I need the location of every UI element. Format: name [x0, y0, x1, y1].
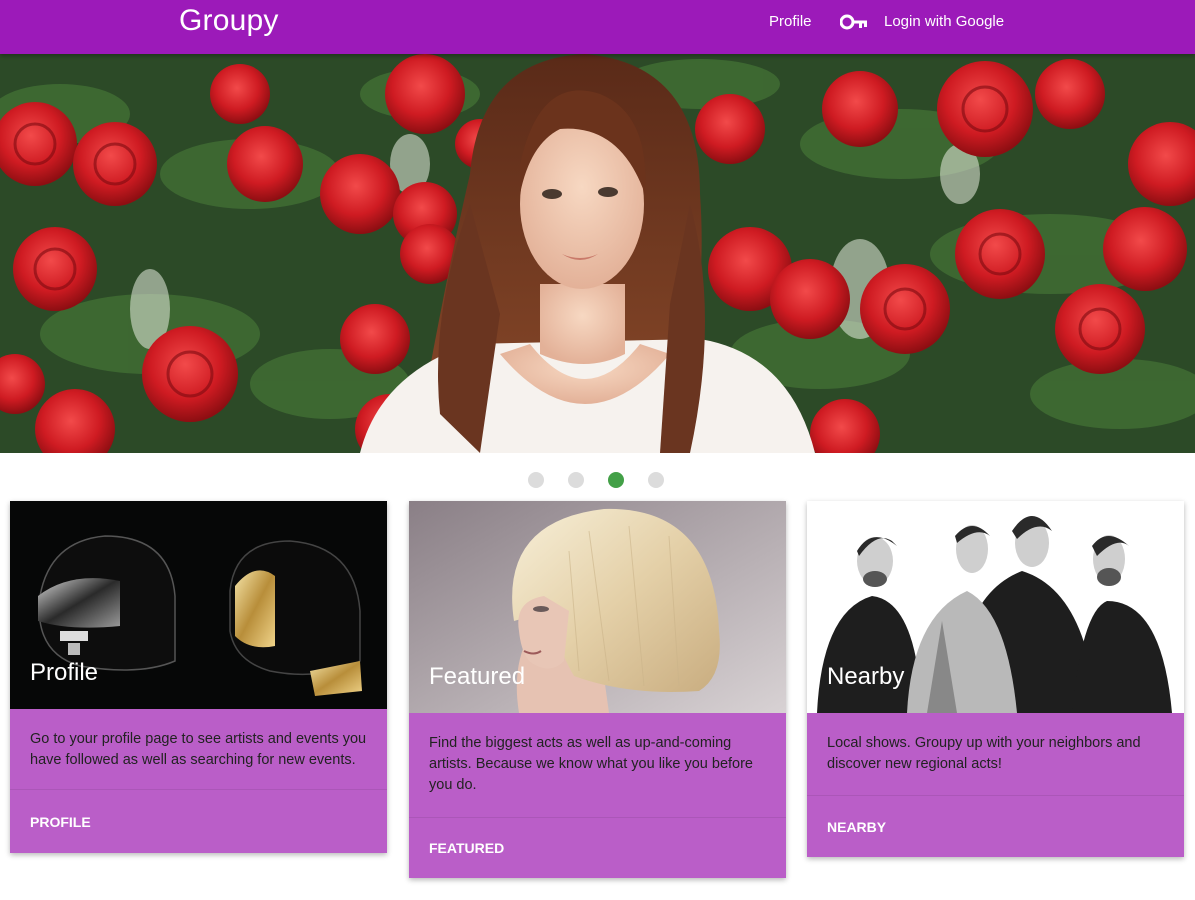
brand-logo[interactable]: Groupy: [179, 4, 279, 38]
login-google-link[interactable]: Login with Google: [840, 13, 1004, 30]
nearby-card-action[interactable]: NEARBY: [807, 795, 1184, 857]
featured-card-title: Featured: [429, 663, 526, 690]
profile-card-image: Profile: [10, 501, 387, 709]
hero-image: [0, 54, 1195, 453]
key-icon: [840, 14, 867, 29]
carousel-dot-3-active[interactable]: [608, 472, 624, 488]
profile-card-action[interactable]: PROFILE: [10, 789, 387, 853]
featured-card: Featured Find the biggest acts as well a…: [409, 501, 786, 878]
nearby-card-title: Nearby: [827, 663, 905, 690]
featured-card-action[interactable]: FEATURED: [409, 817, 786, 878]
profile-card: Profile Go to your profile page to see a…: [10, 501, 387, 853]
carousel-dot-4[interactable]: [648, 472, 664, 488]
hero-carousel-slide[interactable]: [0, 54, 1195, 453]
featured-card-image: Featured: [409, 501, 786, 713]
nearby-card-description: Local shows. Groupy up with your neighbo…: [827, 735, 1141, 772]
navbar: Groupy Profile Login with Google: [0, 0, 1195, 54]
profile-card-title: Profile: [30, 659, 99, 686]
nearby-card-image: Nearby: [807, 501, 1184, 713]
login-google-label: Login with Google: [884, 13, 1005, 30]
carousel-indicators: [528, 472, 664, 488]
carousel-dot-1[interactable]: [528, 472, 544, 488]
featured-card-description: Find the biggest acts as well as up-and-…: [429, 735, 753, 793]
nearby-card: Nearby Local shows. Groupy up with your …: [807, 501, 1184, 857]
carousel-dot-2[interactable]: [568, 472, 584, 488]
nav-profile-link[interactable]: Profile: [769, 13, 812, 30]
profile-card-description: Go to your profile page to see artists a…: [30, 731, 367, 768]
